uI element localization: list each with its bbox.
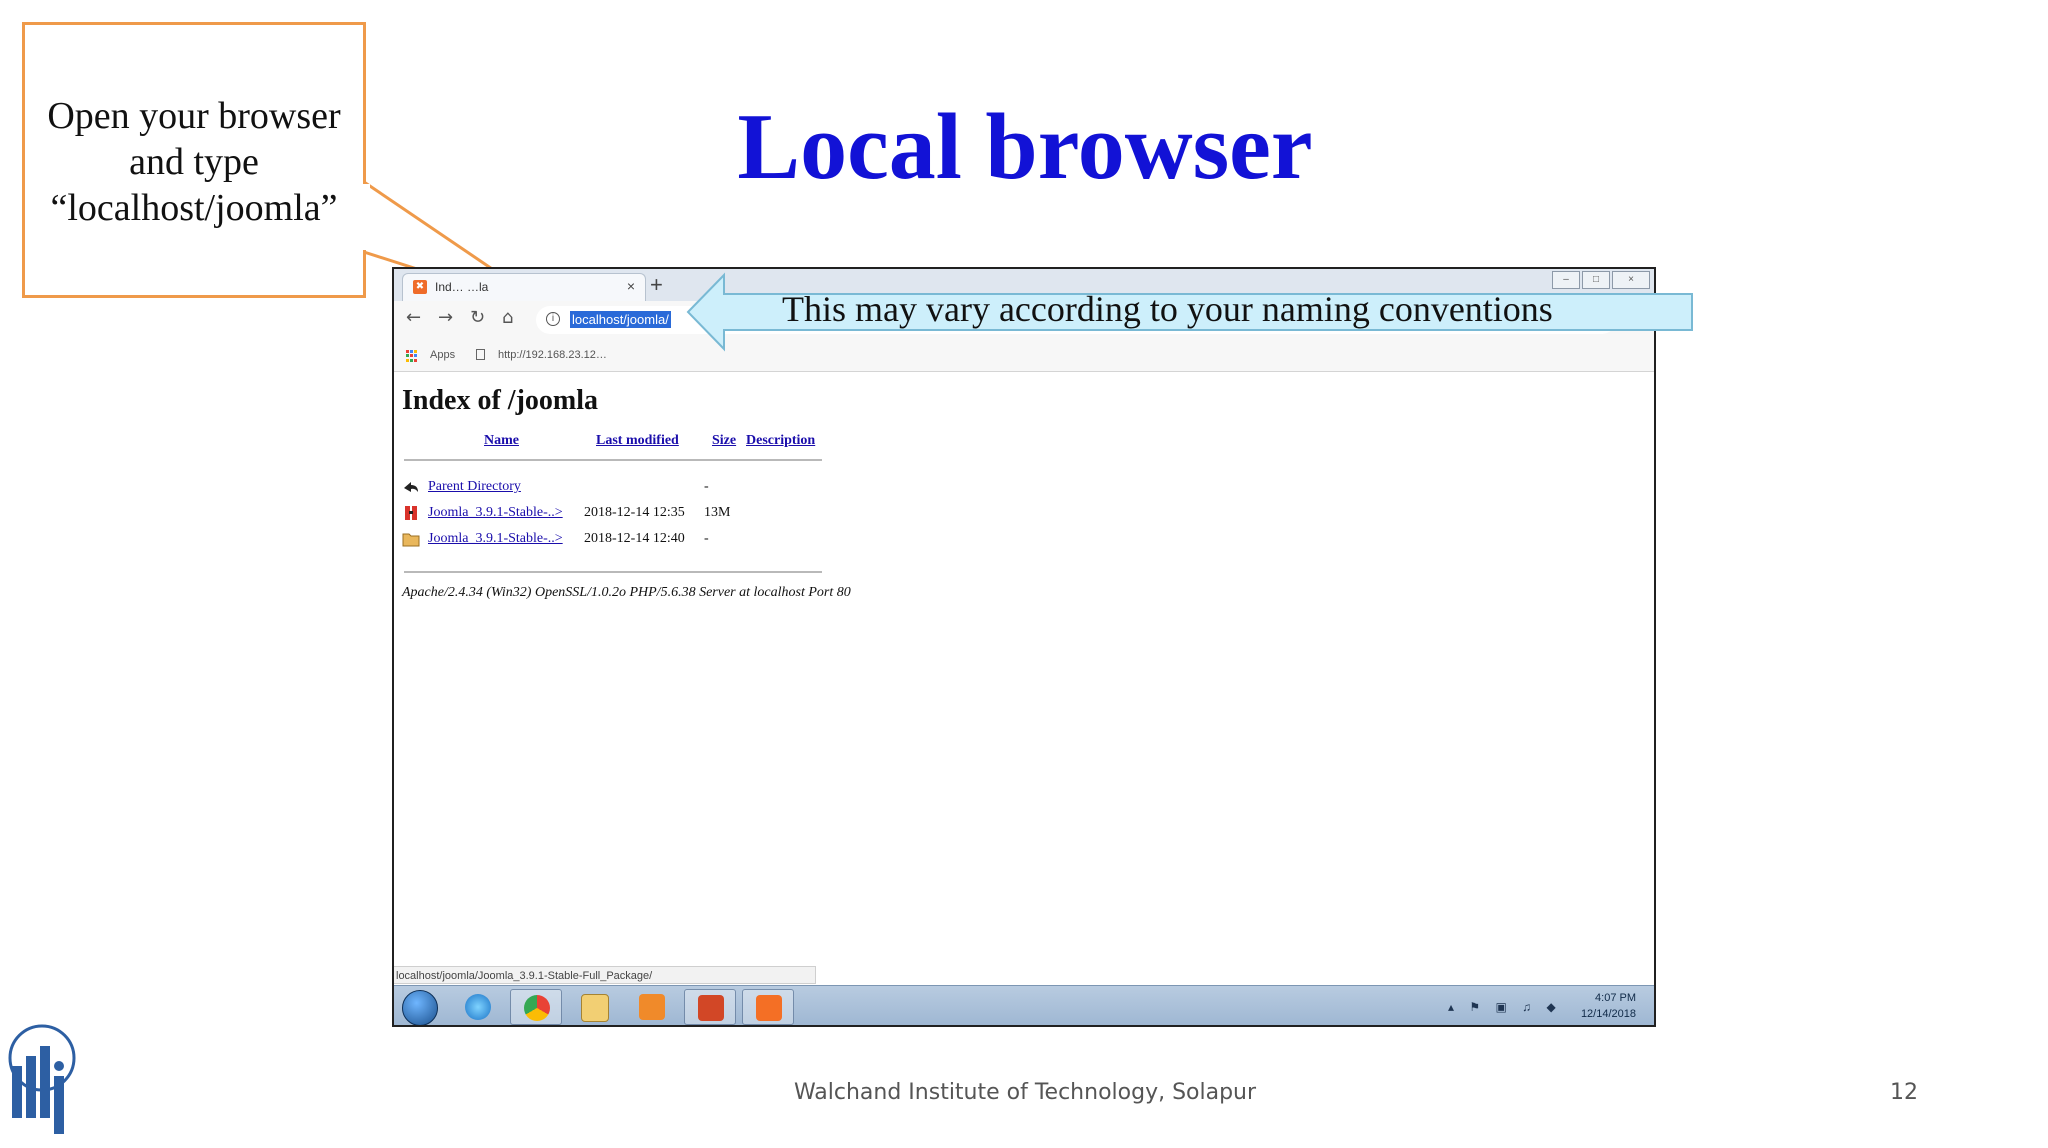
media-player-icon[interactable] [626, 989, 678, 1025]
slide-footer: Walchand Institute of Technology, Solapu… [793, 1080, 1257, 1105]
directory-listing-page: Index of /joomla Name Last modified Size… [402, 373, 1642, 953]
callout-text: Open your browser and type “localhost/jo… [47, 95, 341, 229]
row-size: 13M [704, 505, 731, 520]
close-window-button[interactable]: × [1612, 271, 1650, 289]
internet-explorer-icon[interactable] [452, 989, 504, 1025]
browser-tab[interactable]: ✖ Ind… …la × [402, 273, 646, 301]
header-divider [404, 459, 822, 461]
windows-taskbar: ▴ ⚑ ▣ ♫ ◆ 4:07 PM 12/14/2018 [394, 985, 1654, 1025]
reload-icon[interactable]: ↻ [470, 307, 485, 328]
minimize-button[interactable]: – [1552, 271, 1580, 289]
server-signature: Apache/2.4.34 (Win32) OpenSSL/1.0.2o PHP… [402, 585, 851, 600]
back-arrow-icon[interactable]: ← [406, 307, 421, 328]
slide-title: Local browser [737, 95, 1313, 199]
powerpoint-icon[interactable] [684, 989, 736, 1025]
listing-row: Joomla_3.9.1-Stable-..> 2018-12-14 12:40… [402, 529, 1002, 551]
column-name-link[interactable]: Name [484, 433, 519, 449]
page-heading: Index of /joomla [402, 385, 598, 416]
xampp-icon[interactable] [742, 989, 794, 1025]
window-controls: – □ × [1552, 271, 1650, 289]
tab-close-icon[interactable]: × [627, 278, 635, 294]
xampp-favicon-icon: ✖ [413, 280, 427, 294]
row-size: - [704, 479, 709, 494]
row-modified: 2018-12-14 12:35 [584, 505, 685, 520]
row-size: - [704, 531, 709, 546]
annotation-text: This may vary according to your naming c… [782, 289, 1553, 329]
listing-row: Parent Directory - [402, 477, 1002, 499]
tray-icons[interactable]: ▴ ⚑ ▣ ♫ ◆ [1448, 1000, 1562, 1014]
listing-row: Joomla_3.9.1-Stable-..> 2018-12-14 12:35… [402, 503, 1002, 525]
home-icon[interactable]: ⌂ [502, 307, 513, 328]
clock-date[interactable]: 12/14/2018 [1581, 1008, 1636, 1020]
tab-title: Ind… …la [435, 280, 489, 294]
institute-logo [8, 1024, 76, 1134]
new-tab-button[interactable]: + [650, 272, 663, 298]
browser-window: ✖ Ind… …la × + – □ × ← → ↻ ⌂ i localhost… [392, 267, 1656, 1027]
compressed-file-icon [405, 506, 417, 520]
file-link[interactable]: Joomla_3.9.1-Stable-..> [428, 505, 563, 521]
system-tray: ▴ ⚑ ▣ ♫ ◆ 4:07 PM 12/14/2018 [1448, 990, 1648, 1024]
folder-link[interactable]: Joomla_3.9.1-Stable-..> [428, 531, 563, 547]
back-arrow-icon [404, 482, 418, 492]
parent-directory-link[interactable]: Parent Directory [428, 479, 521, 495]
info-icon[interactable]: i [546, 312, 560, 326]
clock-time[interactable]: 4:07 PM [1595, 992, 1636, 1004]
status-bar: localhost/joomla/Joomla_3.9.1-Stable-Ful… [394, 966, 816, 984]
column-last-modified-link[interactable]: Last modified [596, 433, 679, 449]
page-icon [476, 349, 485, 360]
start-orb-icon[interactable] [402, 990, 438, 1025]
apps-grid-icon[interactable] [406, 350, 418, 362]
bookmarks-bar: Apps http://192.168.23.12… [394, 341, 1654, 372]
column-description-link[interactable]: Description [746, 433, 815, 449]
bookmark-url[interactable]: http://192.168.23.12… [498, 349, 607, 361]
callout-box: Open your browser and type “localhost/jo… [22, 22, 366, 298]
row-modified: 2018-12-14 12:40 [584, 531, 685, 546]
apps-bookmark-label[interactable]: Apps [430, 349, 455, 361]
forward-arrow-icon[interactable]: → [438, 307, 453, 328]
address-input-value[interactable]: localhost/joomla/ [570, 311, 671, 328]
file-explorer-icon[interactable] [568, 989, 620, 1025]
slide-page-number: 12 [1890, 1080, 1918, 1105]
folder-icon [402, 533, 420, 547]
listing-header: Name Last modified Size Description [402, 433, 822, 453]
maximize-button[interactable]: □ [1582, 271, 1610, 289]
column-size-link[interactable]: Size [712, 433, 736, 449]
footer-divider [404, 571, 822, 573]
chrome-icon[interactable] [510, 989, 562, 1025]
